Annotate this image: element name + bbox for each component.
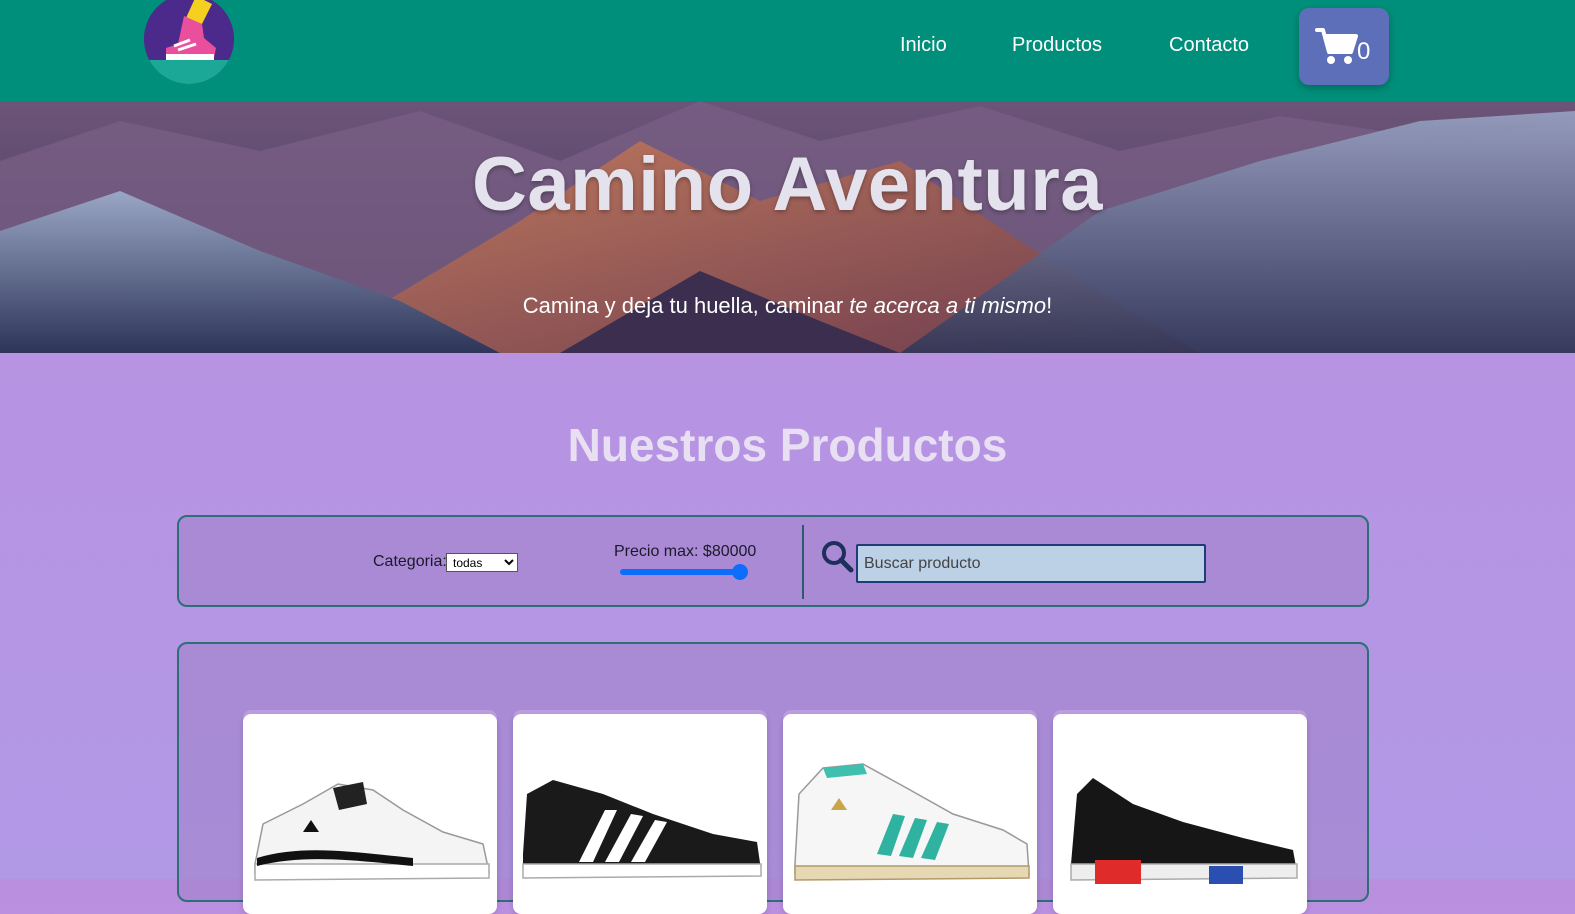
- filters-divider: [802, 525, 804, 599]
- section-title: Nuestros Productos: [567, 419, 1008, 471]
- hero-subtitle-text: Camina y deja tu huella, caminar: [522, 293, 850, 318]
- hero-banner: Camino Aventura Camina y deja tu huella,…: [0, 101, 1575, 353]
- shopping-cart-icon: [1315, 28, 1358, 64]
- product-card[interactable]: [1053, 714, 1307, 914]
- category-select[interactable]: todas: [446, 553, 518, 572]
- hero-subtitle-end: !: [1046, 293, 1053, 318]
- price-slider-thumb[interactable]: [732, 564, 749, 580]
- nav-link-contacto[interactable]: Contacto: [1169, 34, 1249, 57]
- hero-subtitle: Camina y deja tu huella, caminar te acer…: [0, 293, 1575, 319]
- hero-title: Camino Aventura: [471, 142, 1104, 227]
- sneaker-white-black-icon: [254, 782, 490, 881]
- product-card[interactable]: [783, 714, 1037, 914]
- search-icon[interactable]: [820, 539, 854, 573]
- filters-panel: Categoria: todas Precio max: $80000: [177, 515, 1369, 607]
- price-max-label: Precio max: $80000: [614, 543, 757, 560]
- product-card[interactable]: [243, 714, 497, 914]
- price-slider[interactable]: [620, 564, 749, 580]
- sneaker-white-teal-icon: [794, 763, 1030, 881]
- nav-link-productos[interactable]: Productos: [1012, 34, 1102, 57]
- search-input[interactable]: [856, 544, 1206, 583]
- sneaker-black-white-icon: [522, 780, 762, 879]
- sneaker-black-red-icon: [1070, 778, 1298, 884]
- price-slider-fill: [620, 569, 741, 575]
- cart-count-badge: 0: [1357, 38, 1371, 65]
- navbar: Inicio Productos Contacto 0: [0, 0, 1575, 101]
- hero-subtitle-italic: te acerca a ti mismo: [849, 293, 1047, 318]
- product-card[interactable]: [513, 714, 767, 914]
- nav-link-inicio[interactable]: Inicio: [900, 34, 947, 57]
- logo-sneaker-icon[interactable]: [144, 0, 234, 84]
- category-label: Categoria:: [373, 553, 447, 570]
- cart-button[interactable]: 0: [1299, 8, 1389, 85]
- products-panel: [177, 642, 1369, 914]
